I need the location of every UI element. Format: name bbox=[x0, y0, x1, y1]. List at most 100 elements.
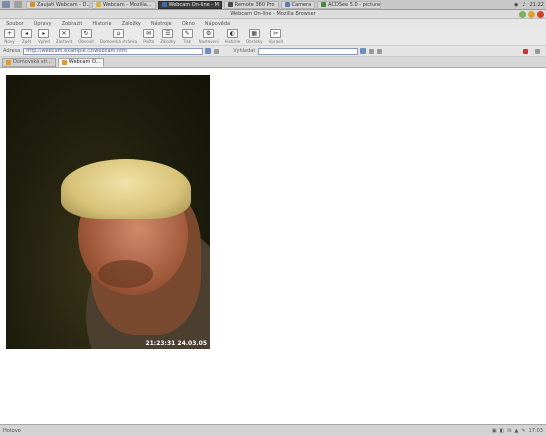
toolbar-label: Historie bbox=[224, 39, 241, 44]
address-label: Adresa bbox=[3, 48, 21, 54]
toolbar-button[interactable]: ⌂ Domovská stránka bbox=[100, 28, 137, 44]
toolbar-button[interactable]: + Nový bbox=[4, 28, 15, 44]
toolbar-button[interactable]: ↻ Obnovit bbox=[78, 28, 94, 44]
browser-tab[interactable]: Domovská str... bbox=[2, 57, 56, 67]
tray-icon[interactable]: ♪ bbox=[522, 2, 525, 8]
toolbar-icon: ⌂ bbox=[113, 29, 125, 38]
minimize-button[interactable] bbox=[519, 11, 526, 18]
status-indicator[interactable]: ✉ bbox=[507, 428, 511, 434]
favicon-icon bbox=[61, 59, 67, 65]
search-label: Vyhledat bbox=[233, 48, 256, 54]
taskbar-task[interactable]: Camera bbox=[280, 0, 316, 9]
status-indicator[interactable]: ✎ bbox=[521, 428, 525, 434]
task-label: Webcam - Mozilla... bbox=[103, 1, 152, 8]
taskbar-task[interactable]: Webcam - Mozilla... bbox=[92, 0, 156, 9]
maximize-button[interactable] bbox=[528, 11, 535, 18]
task-label: Webcam On-line - M bbox=[168, 1, 219, 8]
beard-shape bbox=[98, 260, 153, 288]
go-button[interactable] bbox=[205, 48, 212, 54]
toolbar-icon: ↻ bbox=[80, 29, 92, 38]
toolbar-button[interactable]: ✕ Zastavit bbox=[56, 28, 72, 44]
taskbar-task[interactable]: Webcam On-line - M bbox=[157, 0, 222, 9]
toolbar-label: Domovská stránka bbox=[99, 39, 138, 44]
page-content: 21:23:31 24.03.05 bbox=[0, 68, 546, 424]
app-icon bbox=[227, 2, 233, 7]
menu-icon[interactable] bbox=[535, 48, 540, 54]
toolbar-label: Vpřed bbox=[38, 39, 50, 44]
menu-bar: Soubor Úpravy Zobrazit Historie Záložky Nástr… bbox=[0, 19, 546, 28]
toolbar-label: Obnovit bbox=[78, 39, 94, 44]
menu-item[interactable]: Historie bbox=[92, 21, 111, 27]
task-label: ACDSee 5.0 - picture bbox=[328, 1, 381, 8]
browser-tab[interactable]: Webcam O... bbox=[57, 57, 105, 67]
tab-bar: Domovská str... Webcam O... bbox=[0, 57, 546, 68]
taskbar-task[interactable]: Remote 360 Pro bbox=[223, 0, 279, 9]
toolbar-button[interactable]: ☰ Záložky bbox=[160, 28, 176, 44]
window-titlebar: Webcam On-line - Mozilla Browser bbox=[0, 10, 546, 19]
toolbar-icon: ◂ bbox=[21, 29, 32, 38]
toolbar-button[interactable]: ✂ Upravit bbox=[268, 28, 283, 44]
app-icon bbox=[321, 2, 327, 7]
toolbar-button[interactable]: ◂ Zpět bbox=[21, 28, 32, 44]
app-icon bbox=[30, 2, 35, 7]
menu-item[interactable]: Zobrazit bbox=[62, 21, 83, 27]
search-button[interactable] bbox=[360, 48, 367, 54]
toolbar-button[interactable]: ▸ Vpřed bbox=[38, 28, 50, 44]
desktop-icon[interactable] bbox=[14, 1, 22, 8]
app-icon bbox=[284, 2, 290, 7]
close-button[interactable] bbox=[537, 11, 544, 18]
app-icon bbox=[161, 2, 167, 7]
favicon-icon bbox=[6, 59, 11, 65]
navigation-toolbar: + Nový ◂ Zpět ▸ Vpřed ✕ Zastavit ↻ Obnovit ⌂ Domovs… bbox=[0, 28, 546, 46]
menu-item[interactable]: Nápověda bbox=[205, 21, 230, 27]
status-indicator[interactable]: ▲ bbox=[515, 428, 519, 434]
toolbar-button[interactable]: ◐ Historie bbox=[225, 28, 240, 44]
bookmark-icon[interactable] bbox=[377, 48, 383, 54]
tray-clock: 21:22 bbox=[529, 1, 544, 8]
status-indicator[interactable]: 17:03 bbox=[529, 428, 543, 434]
webcam-image: 21:23:31 24.03.05 bbox=[6, 75, 210, 349]
search-engine-icon[interactable] bbox=[369, 48, 375, 54]
toolbar-label: Upravit bbox=[268, 39, 284, 44]
app-icon bbox=[96, 2, 101, 7]
tab-label: Webcam O... bbox=[68, 59, 101, 65]
status-bar: Hotovo ▣ ◧ ✉ ▲ ✎ 17:03 bbox=[0, 424, 546, 436]
tray-icon[interactable]: ◉ bbox=[514, 2, 518, 8]
task-label: Camera bbox=[291, 1, 312, 8]
status-indicator[interactable]: ◧ bbox=[500, 428, 505, 434]
toolbar-button[interactable]: ▦ Obrázky bbox=[246, 28, 262, 44]
search-input[interactable] bbox=[258, 47, 359, 55]
menu-item[interactable]: Soubor bbox=[6, 21, 24, 27]
toolbar-label: Pošta bbox=[143, 39, 155, 44]
taskbar-task[interactable]: Zaujati Webcam - D... bbox=[26, 0, 90, 9]
toolbar-icon: ◐ bbox=[226, 29, 238, 38]
task-label: Zaujati Webcam - D... bbox=[37, 1, 90, 8]
webcam-timestamp: 21:23:31 24.03.05 bbox=[145, 340, 207, 347]
toolbar-label: Obrázky bbox=[246, 39, 263, 44]
url-input[interactable]: http://webcam.example.cz/webcam.htm bbox=[23, 47, 204, 55]
menu-item[interactable]: Nástroje bbox=[151, 21, 172, 27]
toolbar-button[interactable]: ✉ Pošta bbox=[143, 28, 155, 44]
flag-icon[interactable] bbox=[523, 48, 528, 54]
url-text: http://webcam.example.cz/webcam.htm bbox=[26, 48, 127, 54]
toolbar-icon: ✉ bbox=[143, 29, 155, 38]
toolbar-button[interactable]: ✎ Tisk bbox=[181, 28, 193, 44]
menu-item[interactable]: Okno bbox=[182, 21, 195, 27]
toolbar-label: Nový bbox=[4, 39, 15, 44]
task-label: Remote 360 Pro bbox=[234, 1, 275, 8]
toolbar-icon: ▸ bbox=[38, 29, 50, 38]
toolbar-icon: ✎ bbox=[181, 29, 193, 38]
cap-shape bbox=[61, 159, 191, 219]
taskbar-task[interactable]: ACDSee 5.0 - picture bbox=[317, 0, 382, 9]
system-tray: ◉ ♪ 21:22 bbox=[510, 2, 546, 8]
toolbar-label: Zastavit bbox=[55, 39, 73, 44]
menu-item[interactable]: Úpravy bbox=[34, 21, 52, 27]
toolbar-icon: ⚙ bbox=[203, 29, 215, 38]
status-indicator[interactable]: ▣ bbox=[492, 428, 497, 434]
toolbar-button[interactable]: ⚙ Nastavení bbox=[199, 28, 219, 44]
toolbar-label: Nastavení bbox=[198, 39, 219, 44]
menu-item[interactable]: Záložky bbox=[122, 21, 141, 27]
dropdown-icon[interactable] bbox=[214, 48, 220, 54]
start-icon[interactable] bbox=[2, 1, 10, 8]
address-bar: Adresa http://webcam.example.cz/webcam.h… bbox=[0, 46, 546, 57]
